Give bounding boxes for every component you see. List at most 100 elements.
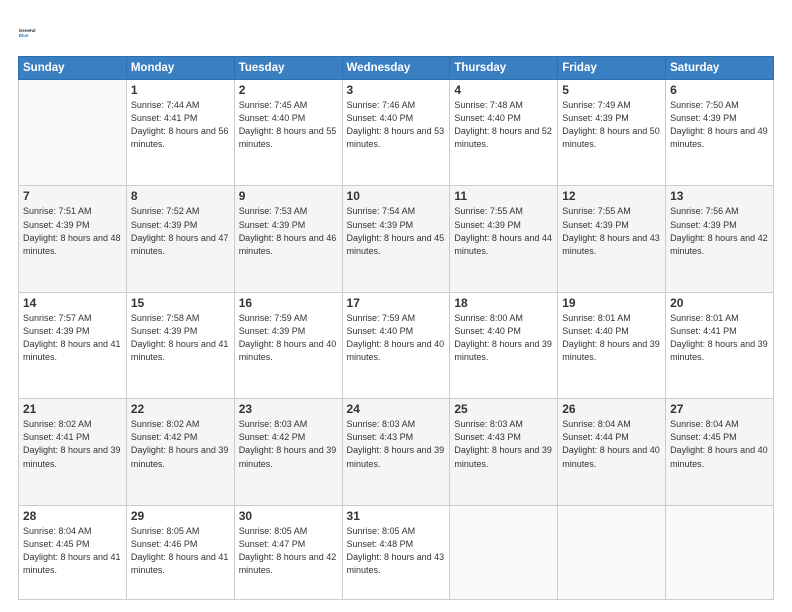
- day-number: 22: [131, 402, 230, 416]
- weekday-header-row: SundayMondayTuesdayWednesdayThursdayFrid…: [19, 57, 774, 80]
- week-row-2: 7 Sunrise: 7:51 AMSunset: 4:39 PMDayligh…: [19, 186, 774, 292]
- day-info: Sunrise: 8:01 AMSunset: 4:40 PMDaylight:…: [562, 313, 660, 362]
- day-number: 16: [239, 296, 338, 310]
- day-info: Sunrise: 8:04 AMSunset: 4:45 PMDaylight:…: [670, 419, 768, 468]
- calendar-cell: 2 Sunrise: 7:45 AMSunset: 4:40 PMDayligh…: [234, 80, 342, 186]
- day-number: 13: [670, 189, 769, 203]
- day-info: Sunrise: 8:02 AMSunset: 4:41 PMDaylight:…: [23, 419, 121, 468]
- day-info: Sunrise: 8:03 AMSunset: 4:42 PMDaylight:…: [239, 419, 337, 468]
- day-number: 21: [23, 402, 122, 416]
- calendar-cell: 6 Sunrise: 7:50 AMSunset: 4:39 PMDayligh…: [666, 80, 774, 186]
- day-info: Sunrise: 7:46 AMSunset: 4:40 PMDaylight:…: [347, 100, 445, 149]
- day-info: Sunrise: 7:54 AMSunset: 4:39 PMDaylight:…: [347, 206, 445, 255]
- day-number: 9: [239, 189, 338, 203]
- day-info: Sunrise: 8:05 AMSunset: 4:47 PMDaylight:…: [239, 526, 337, 575]
- logo-icon: General Blue: [18, 18, 46, 46]
- day-info: Sunrise: 7:55 AMSunset: 4:39 PMDaylight:…: [454, 206, 552, 255]
- calendar-cell: 17 Sunrise: 7:59 AMSunset: 4:40 PMDaylig…: [342, 292, 450, 398]
- day-number: 26: [562, 402, 661, 416]
- calendar-cell: 19 Sunrise: 8:01 AMSunset: 4:40 PMDaylig…: [558, 292, 666, 398]
- calendar-cell: 26 Sunrise: 8:04 AMSunset: 4:44 PMDaylig…: [558, 399, 666, 505]
- day-info: Sunrise: 7:58 AMSunset: 4:39 PMDaylight:…: [131, 313, 229, 362]
- weekday-header-wednesday: Wednesday: [342, 57, 450, 80]
- day-info: Sunrise: 7:48 AMSunset: 4:40 PMDaylight:…: [454, 100, 552, 149]
- day-info: Sunrise: 7:44 AMSunset: 4:41 PMDaylight:…: [131, 100, 229, 149]
- calendar-table: SundayMondayTuesdayWednesdayThursdayFrid…: [18, 56, 774, 600]
- day-number: 2: [239, 83, 338, 97]
- calendar-cell: 21 Sunrise: 8:02 AMSunset: 4:41 PMDaylig…: [19, 399, 127, 505]
- day-number: 20: [670, 296, 769, 310]
- day-number: 11: [454, 189, 553, 203]
- calendar-cell: 4 Sunrise: 7:48 AMSunset: 4:40 PMDayligh…: [450, 80, 558, 186]
- calendar-cell: 12 Sunrise: 7:55 AMSunset: 4:39 PMDaylig…: [558, 186, 666, 292]
- day-info: Sunrise: 7:51 AMSunset: 4:39 PMDaylight:…: [23, 206, 121, 255]
- logo: General Blue: [18, 18, 46, 46]
- day-number: 6: [670, 83, 769, 97]
- calendar-cell: 11 Sunrise: 7:55 AMSunset: 4:39 PMDaylig…: [450, 186, 558, 292]
- day-number: 18: [454, 296, 553, 310]
- day-info: Sunrise: 7:45 AMSunset: 4:40 PMDaylight:…: [239, 100, 337, 149]
- day-number: 19: [562, 296, 661, 310]
- calendar-cell: 13 Sunrise: 7:56 AMSunset: 4:39 PMDaylig…: [666, 186, 774, 292]
- week-row-1: 1 Sunrise: 7:44 AMSunset: 4:41 PMDayligh…: [19, 80, 774, 186]
- page: General Blue SundayMondayTuesdayWednesda…: [0, 0, 792, 612]
- calendar-cell: 5 Sunrise: 7:49 AMSunset: 4:39 PMDayligh…: [558, 80, 666, 186]
- day-number: 15: [131, 296, 230, 310]
- calendar-cell: 3 Sunrise: 7:46 AMSunset: 4:40 PMDayligh…: [342, 80, 450, 186]
- day-info: Sunrise: 8:00 AMSunset: 4:40 PMDaylight:…: [454, 313, 552, 362]
- calendar-cell: 1 Sunrise: 7:44 AMSunset: 4:41 PMDayligh…: [126, 80, 234, 186]
- calendar-cell: [450, 505, 558, 599]
- weekday-header-saturday: Saturday: [666, 57, 774, 80]
- day-info: Sunrise: 7:49 AMSunset: 4:39 PMDaylight:…: [562, 100, 660, 149]
- calendar-cell: 28 Sunrise: 8:04 AMSunset: 4:45 PMDaylig…: [19, 505, 127, 599]
- day-info: Sunrise: 8:05 AMSunset: 4:46 PMDaylight:…: [131, 526, 229, 575]
- calendar-cell: 8 Sunrise: 7:52 AMSunset: 4:39 PMDayligh…: [126, 186, 234, 292]
- calendar-cell: 16 Sunrise: 7:59 AMSunset: 4:39 PMDaylig…: [234, 292, 342, 398]
- day-number: 8: [131, 189, 230, 203]
- day-info: Sunrise: 7:55 AMSunset: 4:39 PMDaylight:…: [562, 206, 660, 255]
- day-info: Sunrise: 8:05 AMSunset: 4:48 PMDaylight:…: [347, 526, 445, 575]
- calendar-cell: 14 Sunrise: 7:57 AMSunset: 4:39 PMDaylig…: [19, 292, 127, 398]
- day-info: Sunrise: 8:02 AMSunset: 4:42 PMDaylight:…: [131, 419, 229, 468]
- day-number: 31: [347, 509, 446, 523]
- week-row-5: 28 Sunrise: 8:04 AMSunset: 4:45 PMDaylig…: [19, 505, 774, 599]
- calendar-cell: 29 Sunrise: 8:05 AMSunset: 4:46 PMDaylig…: [126, 505, 234, 599]
- week-row-3: 14 Sunrise: 7:57 AMSunset: 4:39 PMDaylig…: [19, 292, 774, 398]
- day-info: Sunrise: 8:04 AMSunset: 4:44 PMDaylight:…: [562, 419, 660, 468]
- calendar-cell: 18 Sunrise: 8:00 AMSunset: 4:40 PMDaylig…: [450, 292, 558, 398]
- svg-text:Blue: Blue: [19, 33, 29, 38]
- day-info: Sunrise: 8:03 AMSunset: 4:43 PMDaylight:…: [454, 419, 552, 468]
- day-info: Sunrise: 8:04 AMSunset: 4:45 PMDaylight:…: [23, 526, 121, 575]
- weekday-header-sunday: Sunday: [19, 57, 127, 80]
- calendar-cell: 30 Sunrise: 8:05 AMSunset: 4:47 PMDaylig…: [234, 505, 342, 599]
- calendar-cell: 7 Sunrise: 7:51 AMSunset: 4:39 PMDayligh…: [19, 186, 127, 292]
- day-number: 25: [454, 402, 553, 416]
- day-number: 14: [23, 296, 122, 310]
- day-number: 10: [347, 189, 446, 203]
- weekday-header-tuesday: Tuesday: [234, 57, 342, 80]
- day-number: 3: [347, 83, 446, 97]
- day-info: Sunrise: 7:50 AMSunset: 4:39 PMDaylight:…: [670, 100, 768, 149]
- calendar-cell: 22 Sunrise: 8:02 AMSunset: 4:42 PMDaylig…: [126, 399, 234, 505]
- calendar-cell: [666, 505, 774, 599]
- day-info: Sunrise: 7:57 AMSunset: 4:39 PMDaylight:…: [23, 313, 121, 362]
- day-info: Sunrise: 7:59 AMSunset: 4:40 PMDaylight:…: [347, 313, 445, 362]
- header: General Blue: [18, 18, 774, 46]
- calendar-cell: 23 Sunrise: 8:03 AMSunset: 4:42 PMDaylig…: [234, 399, 342, 505]
- calendar-cell: 20 Sunrise: 8:01 AMSunset: 4:41 PMDaylig…: [666, 292, 774, 398]
- day-info: Sunrise: 7:56 AMSunset: 4:39 PMDaylight:…: [670, 206, 768, 255]
- calendar-cell: 25 Sunrise: 8:03 AMSunset: 4:43 PMDaylig…: [450, 399, 558, 505]
- svg-text:General: General: [19, 28, 36, 33]
- calendar-cell: [19, 80, 127, 186]
- day-number: 29: [131, 509, 230, 523]
- day-number: 12: [562, 189, 661, 203]
- day-number: 5: [562, 83, 661, 97]
- calendar-cell: 27 Sunrise: 8:04 AMSunset: 4:45 PMDaylig…: [666, 399, 774, 505]
- day-info: Sunrise: 8:01 AMSunset: 4:41 PMDaylight:…: [670, 313, 768, 362]
- weekday-header-thursday: Thursday: [450, 57, 558, 80]
- day-number: 4: [454, 83, 553, 97]
- calendar-cell: [558, 505, 666, 599]
- day-number: 7: [23, 189, 122, 203]
- calendar-cell: 10 Sunrise: 7:54 AMSunset: 4:39 PMDaylig…: [342, 186, 450, 292]
- day-number: 27: [670, 402, 769, 416]
